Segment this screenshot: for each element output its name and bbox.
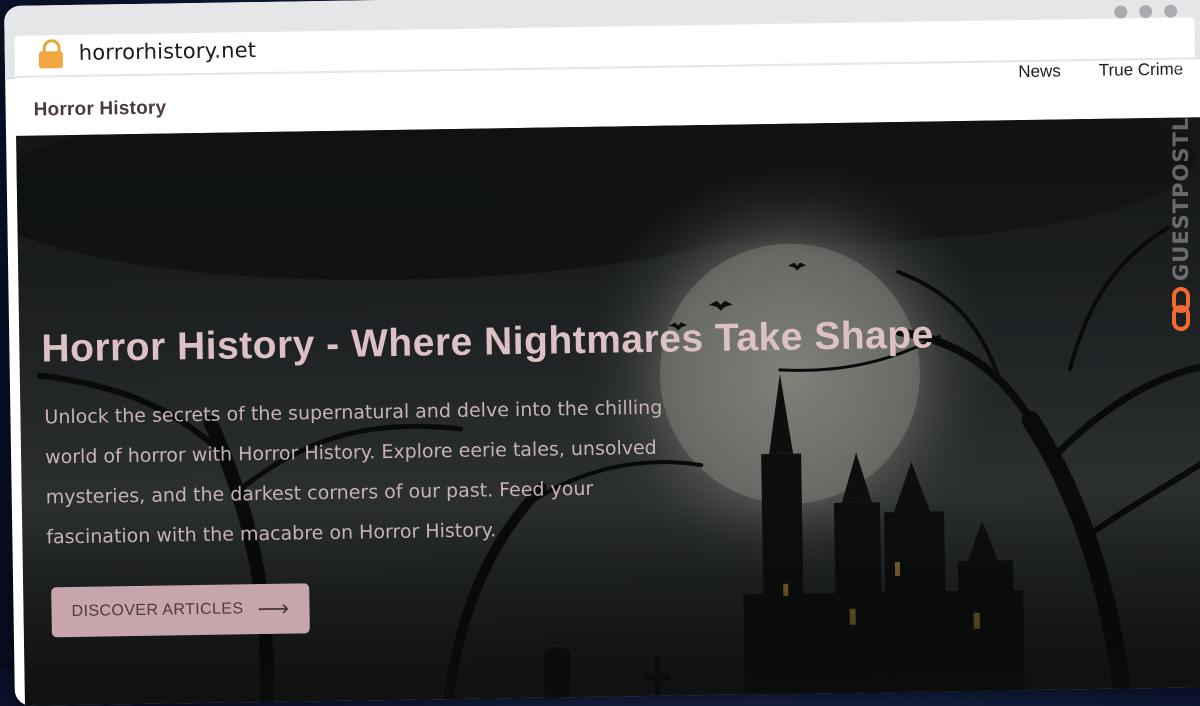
site-brand[interactable]: Horror History [33, 97, 166, 121]
discover-articles-button[interactable]: DISCOVER ARTICLES ⟶ [51, 583, 310, 638]
window-controls [1114, 4, 1178, 19]
url-text[interactable]: horrorhistory.net [79, 38, 257, 65]
main-nav: News True Crime [1018, 59, 1183, 82]
window-dot-icon[interactable] [1164, 4, 1178, 18]
browser-window: horrorhistory.net Horror History News Tr… [4, 0, 1200, 706]
chain-link-icon [1172, 286, 1190, 331]
cta-label: DISCOVER ARTICLES [71, 600, 244, 621]
lock-icon [38, 39, 63, 69]
window-dot-icon[interactable] [1114, 5, 1128, 19]
arrow-right-icon: ⟶ [257, 595, 290, 622]
hero-section: Horror History - Where Nightmares Take S… [16, 117, 1200, 706]
hero-description: Unlock the secrets of the supernatural a… [44, 396, 663, 549]
watermark-text: GUESTPOSTLINKS [1169, 56, 1193, 281]
nav-link-news[interactable]: News [1018, 61, 1061, 82]
window-dot-icon[interactable] [1139, 4, 1153, 19]
watermark: GUESTPOSTLINKS [1164, 56, 1198, 356]
